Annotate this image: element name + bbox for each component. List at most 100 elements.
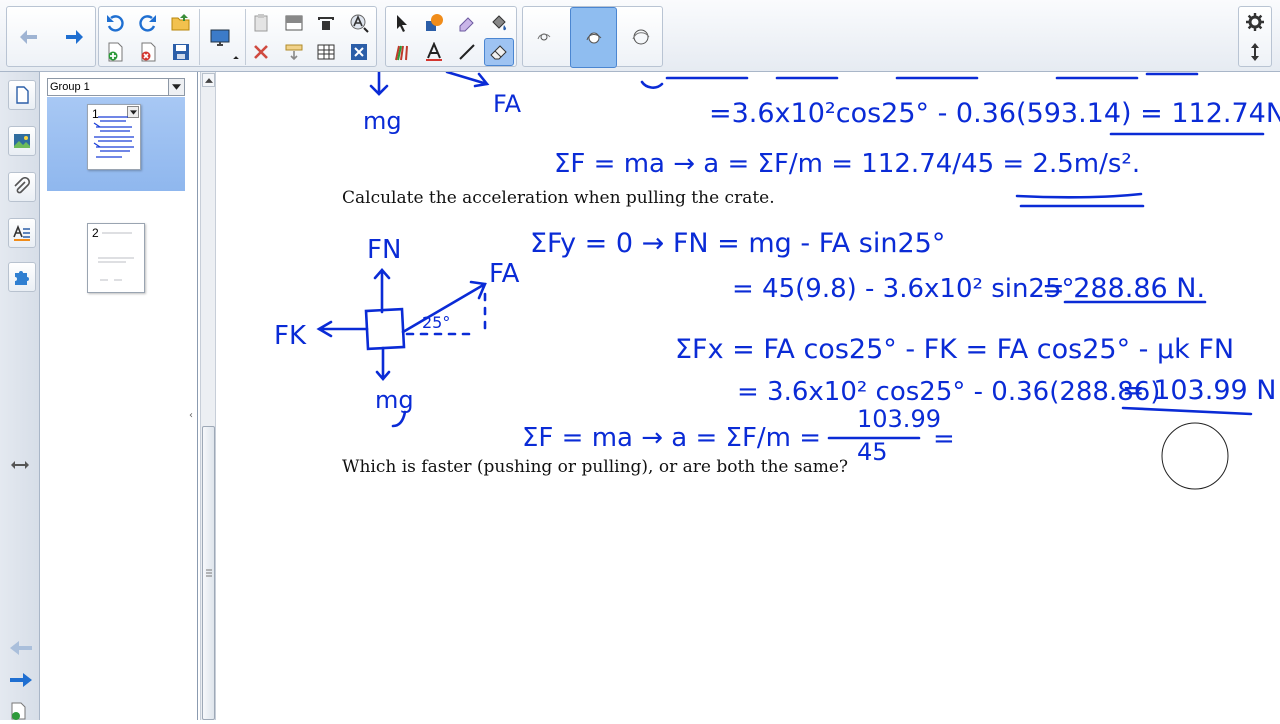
add-page-icon	[108, 42, 123, 62]
ink-numerator: 103.99	[857, 405, 941, 433]
back-button[interactable]	[14, 23, 44, 51]
thumbnail-ink-preview	[93, 116, 134, 158]
up-down-arrow-icon	[1251, 43, 1259, 61]
text-button[interactable]	[419, 38, 449, 66]
line-button[interactable]	[452, 38, 482, 66]
monitor-icon	[210, 29, 230, 46]
paste-button[interactable]	[246, 9, 276, 37]
pen-stroke-medium-icon	[586, 32, 601, 43]
ink-fx-calc: = 3.6x10² cos25° - 0.36(288.86)	[737, 377, 1160, 407]
ink-top-newton: ΣF = ma → a = ΣF/m = 112.74/45 = 2.5m/s²…	[554, 149, 1140, 179]
arrow-left-icon	[20, 30, 37, 44]
chevron-up-icon	[204, 77, 213, 83]
magic-pen-icon	[459, 17, 474, 32]
properties-tab[interactable]	[8, 218, 36, 248]
eraser-icon	[490, 45, 507, 60]
screen-shade-icon	[285, 15, 303, 31]
group-select[interactable]: Group 1	[47, 78, 185, 96]
pen-mode-1-button[interactable]	[529, 23, 559, 51]
eraser-color-button[interactable]	[452, 9, 482, 37]
page-thumbnail-selected-highlight[interactable]: 1	[47, 97, 185, 191]
close-x-button[interactable]	[344, 38, 374, 66]
undo-button[interactable]	[100, 9, 130, 37]
shapes-icon	[426, 14, 443, 31]
insert-button[interactable]	[279, 38, 309, 66]
pen-mode-3-button[interactable]	[626, 23, 656, 51]
delete-page-icon	[141, 42, 156, 62]
ink-fn-label: FN	[367, 235, 401, 265]
handwritten-ink-layer: mg FA =3.6x10²cos25° - 0.36(593.14) = 11…	[274, 72, 1280, 490]
move-toolbar-button[interactable]	[1240, 38, 1270, 66]
open-button[interactable]	[166, 9, 196, 37]
ink-fn-calc: = 45(9.8) - 3.6x10² sin25°	[732, 274, 1075, 304]
handwriting-button[interactable]	[344, 9, 374, 37]
pen-cursor-circle	[1161, 422, 1229, 490]
paste-icon	[254, 14, 268, 32]
previous-page-button[interactable]	[8, 638, 34, 658]
line-icon	[459, 44, 475, 60]
select-tool-button[interactable]	[387, 9, 417, 37]
redo-icon	[139, 15, 156, 32]
redo-button[interactable]	[133, 9, 163, 37]
ink-top-line-eq: =3.6x10²cos25° - 0.36(593.14) = 112.74N.	[709, 98, 1280, 129]
gallery-tab[interactable]	[8, 126, 36, 156]
ink-denominator: 45	[857, 438, 888, 466]
expand-sidebar-icon[interactable]	[10, 457, 30, 471]
next-page-button[interactable]	[8, 670, 34, 690]
paint-bucket-icon	[492, 15, 507, 31]
ink-fx-underline	[1121, 406, 1253, 416]
arrow-right-icon	[10, 673, 32, 687]
capture-button[interactable]	[311, 9, 341, 37]
creative-pen-button[interactable]	[387, 38, 417, 66]
shape-tool-button[interactable]	[419, 9, 449, 37]
ink-fk-arrow	[316, 320, 369, 338]
eraser-button[interactable]	[484, 38, 514, 66]
table-button[interactable]	[311, 38, 341, 66]
save-button[interactable]	[166, 38, 196, 66]
page-thumbnail-1[interactable]: 1	[87, 104, 141, 170]
page-thumbnail-2[interactable]: 2	[87, 223, 145, 293]
delete-page-button[interactable]	[133, 38, 163, 66]
pen-mode-2-button[interactable]	[570, 7, 617, 68]
handwriting-recognition-icon	[350, 14, 369, 33]
add-page-button[interactable]	[100, 38, 130, 66]
whiteboard-canvas[interactable]: Calculate the acceleration when pulling …	[217, 72, 1280, 720]
insert-icon	[285, 44, 303, 61]
arrow-left-icon	[10, 641, 32, 655]
scrollbar-thumb[interactable]	[202, 426, 215, 720]
screen-shade-button[interactable]	[279, 9, 309, 37]
gear-icon	[1246, 13, 1264, 31]
close-box-icon	[351, 44, 367, 60]
attachments-tab[interactable]	[8, 172, 36, 202]
scroll-up-button[interactable]	[202, 73, 215, 87]
addons-tab[interactable]	[8, 262, 36, 292]
paperclip-icon	[14, 177, 31, 194]
ink-top-mg: mg	[363, 107, 402, 135]
page-sorter-panel: Group 1 1 2	[40, 72, 198, 720]
toolbar-separator	[199, 9, 200, 65]
ink-fk-label: FK	[274, 321, 307, 351]
vertical-scrollbar[interactable]: ‹	[189, 72, 216, 720]
gallery-icon	[14, 134, 30, 148]
group-select-label: Group 1	[50, 81, 90, 93]
side-tab-rail	[0, 72, 40, 720]
fill-tool-button[interactable]	[484, 9, 514, 37]
forward-button[interactable]	[59, 23, 89, 51]
edit-group	[98, 6, 377, 67]
pen-stroke-small-icon	[537, 33, 551, 41]
pen-mode-group	[522, 6, 663, 68]
nav-group	[6, 6, 96, 67]
ink-equals: =	[933, 424, 955, 454]
thumbnail-text-preview	[98, 232, 134, 281]
display-button[interactable]	[205, 23, 235, 51]
resize-handle-icon[interactable]: ‹	[189, 410, 193, 421]
chevron-down-icon[interactable]	[168, 79, 184, 95]
drawing-tools-group	[385, 6, 517, 67]
gear-button[interactable]	[1240, 8, 1270, 36]
add-page-rail-button[interactable]	[8, 702, 28, 720]
page-sorter-tab[interactable]	[8, 80, 36, 110]
display-dropdown-icon	[233, 56, 239, 62]
folder-icon	[171, 14, 190, 31]
delete-button[interactable]	[246, 38, 276, 66]
ink-top-fa: FA	[493, 90, 522, 118]
